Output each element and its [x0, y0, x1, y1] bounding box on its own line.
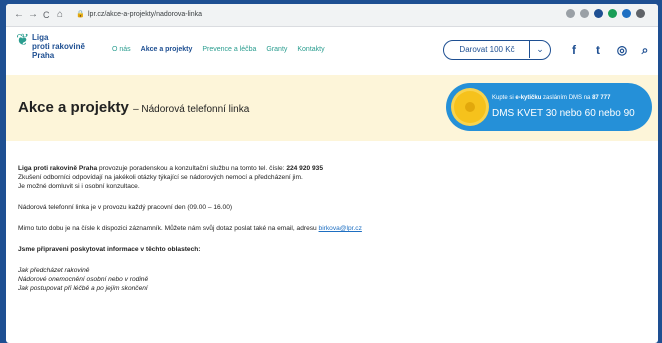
intro-paragraph: Liga proti rakovině Praha provozuje pora… — [18, 165, 323, 172]
logo[interactable]: Liga proti rakovině Praha — [32, 33, 92, 60]
extension-icon[interactable] — [622, 9, 631, 18]
donate-label[interactable]: Darovat 100 Kč — [444, 41, 530, 58]
bookmark-star-icon[interactable] — [594, 9, 603, 18]
email-link[interactable]: birkova@lpr.cz — [319, 225, 362, 232]
page-title: Akce a projekty – Nádorová telefonní lin… — [18, 99, 249, 116]
site-header: ❦ Liga proti rakovině Praha O nás Akce a… — [6, 27, 658, 75]
logo-icon[interactable]: ❦ — [16, 33, 29, 49]
topic-item: Jak postupovat při léčbě a po jejím skon… — [18, 285, 148, 292]
hours-paragraph: Nádorová telefonní linka je v provozu ka… — [18, 204, 233, 211]
forward-icon[interactable]: → — [28, 8, 38, 22]
email-paragraph: Mimo tuto dobu je na čísle k dispozici z… — [18, 225, 362, 232]
topic-item: Jak předcházet rakovině — [18, 267, 90, 274]
dms-code: DMS KVET 30 nebo 60 nebo 90 — [492, 108, 635, 119]
facebook-icon[interactable]: f — [567, 43, 581, 57]
dms-banner[interactable]: Kupte si e-kytičku zasláním DMS na 87 77… — [446, 83, 652, 131]
topics-heading: Jsme připraveni poskytovat informace v t… — [18, 246, 201, 253]
logo-line: Liga — [32, 33, 49, 42]
reload-icon[interactable]: C — [43, 8, 50, 22]
phone-number[interactable]: 224 920 935 — [286, 165, 323, 172]
extension-icon[interactable] — [608, 9, 617, 18]
puzzle-icon[interactable] — [636, 9, 645, 18]
donate-button[interactable]: Darovat 100 Kč ⌄ — [443, 40, 551, 60]
menu-item-prevention[interactable]: Prevence a léčba — [202, 46, 256, 53]
page-hero: Akce a projekty – Nádorová telefonní lin… — [6, 75, 658, 141]
main-menu: O nás Akce a projekty Prevence a léčba G… — [112, 46, 333, 53]
article-body: Liga proti rakovině Praha provozuje pora… — [18, 164, 638, 293]
page-title-main: Akce a projekty — [18, 99, 129, 116]
home-icon[interactable]: ⌂ — [57, 8, 63, 22]
flower-icon — [454, 91, 486, 123]
menu-item-about[interactable]: O nás — [112, 46, 131, 53]
lock-icon: 🔒 — [76, 11, 85, 18]
share-icon[interactable] — [580, 9, 589, 18]
instagram-icon[interactable]: ◎ — [615, 43, 629, 57]
address-bar[interactable]: lpr.cz/akce-a-projekty/nadorova-linka — [88, 8, 558, 22]
topic-item: Nádorové onemocnění osobní nebo v rodině — [18, 276, 149, 283]
logo-line: proti rakovině — [32, 42, 85, 51]
browser-toolbar: ← → C ⌂ 🔒 lpr.cz/akce-a-projekty/nadorov… — [6, 4, 658, 27]
browser-window: ← → C ⌂ 🔒 lpr.cz/akce-a-projekty/nadorov… — [6, 4, 658, 343]
back-icon[interactable]: ← — [14, 8, 24, 22]
chevron-down-icon[interactable]: ⌄ — [529, 41, 550, 58]
twitter-icon[interactable]: t — [591, 43, 605, 57]
logo-line: Praha — [32, 51, 55, 60]
menu-item-projects[interactable]: Akce a projekty — [141, 46, 193, 53]
menu-item-contacts[interactable]: Kontakty — [297, 46, 324, 53]
search-icon[interactable]: ⌕ — [638, 43, 652, 57]
page-subtitle: – Nádorová telefonní linka — [133, 104, 250, 115]
menu-item-grants[interactable]: Granty — [266, 46, 287, 53]
dms-info: Kupte si e-kytičku zasláním DMS na 87 77… — [492, 95, 611, 101]
google-icon[interactable] — [566, 9, 575, 18]
